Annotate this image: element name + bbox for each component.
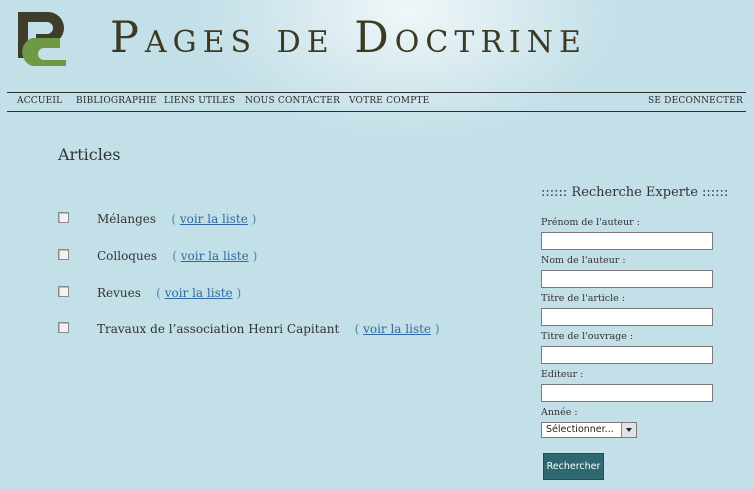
- nav-item-bibliographie[interactable]: BIBLIOGRAPHIE: [76, 96, 157, 106]
- paren-open: (: [172, 249, 177, 263]
- chevron-down-icon[interactable]: [621, 423, 636, 437]
- paren-close: ): [251, 212, 257, 226]
- year-select[interactable]: Sélectionner...: [541, 422, 637, 438]
- nav-item-accueil[interactable]: ACCUEIL: [17, 96, 62, 106]
- page-title: Articles: [58, 145, 121, 164]
- publisher-label: Editeur :: [541, 369, 584, 380]
- article-label: Travaux de l’association Henri Capitant: [97, 322, 340, 336]
- expert-search-panel: :::::: Recherche Experte :::::: Prénom d…: [541, 185, 741, 480]
- book-title-input[interactable]: [541, 346, 713, 364]
- travaux-list-link[interactable]: voir la liste: [363, 322, 431, 336]
- first-name-label: Prénom de l'auteur :: [541, 217, 640, 228]
- colloques-checkbox[interactable]: [58, 249, 69, 260]
- publisher-input[interactable]: [541, 384, 713, 402]
- paren-open: (: [354, 322, 360, 336]
- travaux-checkbox[interactable]: [58, 322, 69, 333]
- revues-list-link[interactable]: voir la liste: [165, 286, 233, 300]
- melanges-checkbox[interactable]: [58, 212, 69, 223]
- paren-open: (: [171, 212, 177, 226]
- article-label: Revues: [97, 286, 141, 300]
- author-last-name-input[interactable]: [541, 270, 713, 288]
- paren-close: ): [252, 249, 258, 263]
- melanges-list-link[interactable]: voir la liste: [180, 212, 248, 226]
- search-panel-title: :::::: Recherche Experte ::::::: [541, 185, 729, 200]
- article-label: Colloques: [97, 249, 157, 263]
- search-button[interactable]: Rechercher: [543, 453, 604, 480]
- colloques-list-link[interactable]: voir la liste: [181, 249, 249, 263]
- author-first-name-input[interactable]: [541, 232, 713, 250]
- main-nav: ACCUEIL BIBLIOGRAPHIE LIENS UTILES NOUS …: [7, 92, 746, 112]
- revues-checkbox[interactable]: [58, 286, 69, 297]
- paren-open: (: [156, 286, 161, 300]
- article-label: Mélanges: [97, 212, 157, 226]
- nav-item-liens-utiles[interactable]: LIENS UTILES: [164, 96, 235, 106]
- site-title: Pages de Doctrine: [110, 13, 587, 63]
- paren-close: ): [434, 322, 440, 336]
- logout-link[interactable]: SE DECONNECTER: [648, 96, 743, 106]
- article-title-label: Titre de l'article :: [541, 293, 626, 304]
- article-title-input[interactable]: [541, 308, 713, 326]
- book-title-label: Titre de l'ouvrage :: [541, 331, 634, 342]
- paren-close: ): [236, 286, 242, 300]
- nav-item-votre-compte[interactable]: VOTRE COMPTE: [349, 96, 429, 106]
- last-name-label: Nom de l'auteur :: [541, 255, 626, 266]
- pd-logo-icon[interactable]: [14, 8, 72, 66]
- year-select-value: Sélectionner...: [546, 424, 614, 435]
- nav-item-nous-contacter[interactable]: NOUS CONTACTER: [245, 96, 340, 106]
- year-label: Année :: [541, 407, 578, 418]
